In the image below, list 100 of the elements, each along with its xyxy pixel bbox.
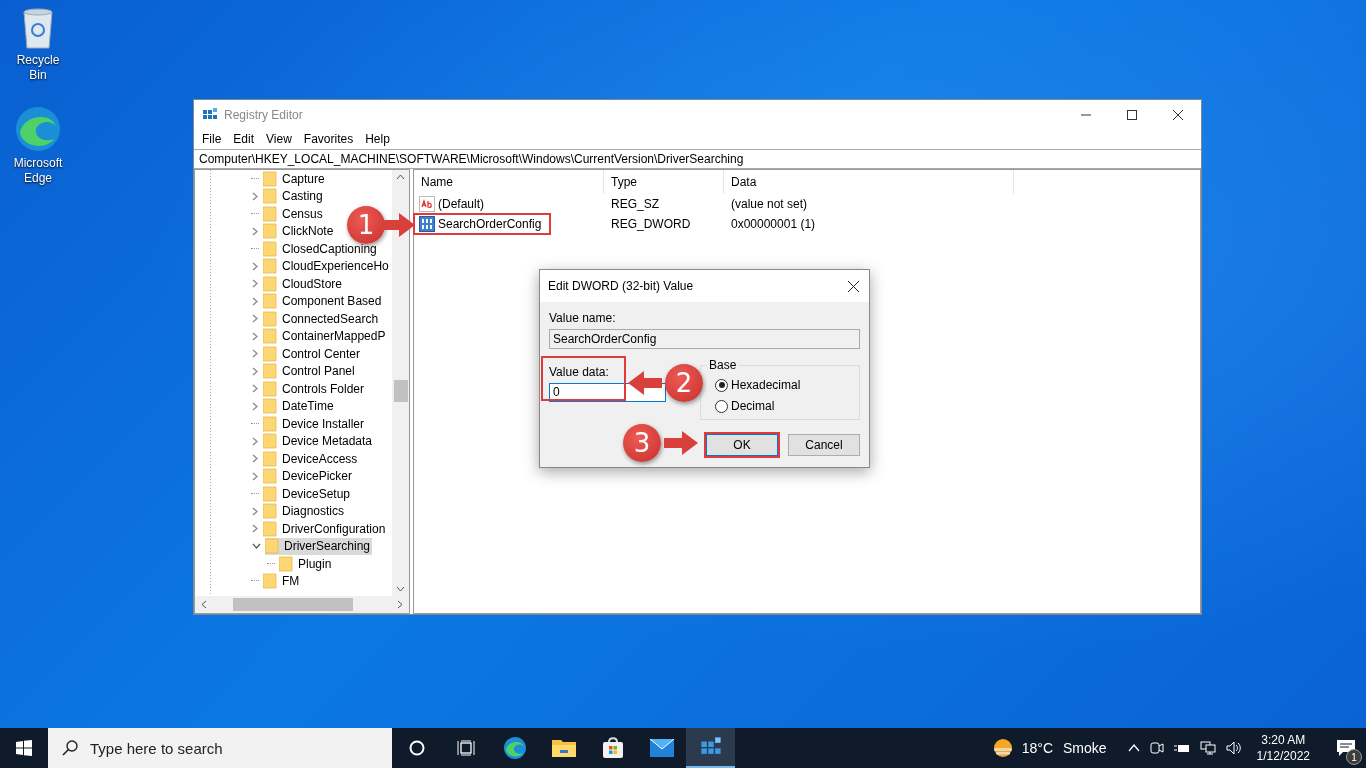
scroll-thumb[interactable] (393, 380, 408, 402)
column-header[interactable]: Name (414, 170, 604, 194)
folder-icon (263, 328, 277, 345)
tree-item[interactable]: Capture (263, 170, 327, 188)
expand-icon[interactable] (252, 366, 259, 376)
radio-button[interactable] (715, 378, 728, 392)
menu-item[interactable]: Favorites (297, 132, 360, 146)
expand-icon[interactable] (252, 314, 259, 324)
close-icon[interactable] (1173, 109, 1183, 120)
horizontal-scrollbar[interactable] (195, 596, 409, 613)
tree-item[interactable]: Census (263, 205, 325, 223)
tree-item[interactable]: DriverSearching (265, 537, 373, 555)
scroll-up-icon[interactable] (396, 174, 405, 180)
menu-item[interactable]: View (260, 132, 298, 146)
tree-item[interactable]: Casting (263, 187, 325, 205)
expand-icon[interactable] (252, 331, 259, 341)
tree-item[interactable]: Control Panel (263, 362, 357, 380)
desktop-icon-label[interactable]: Microsoft Edge (8, 156, 68, 186)
value-data-cell-text: (value not set) (730, 197, 809, 211)
tree-item[interactable]: CloudExperienceHo (263, 257, 391, 275)
network-icon[interactable] (1199, 741, 1216, 755)
column-header[interactable]: Type (604, 170, 724, 194)
menu-item[interactable]: Help (359, 132, 396, 146)
expand-icon[interactable] (252, 454, 259, 464)
value-name-field[interactable]: SearchOrderConfig (549, 329, 860, 349)
folder-icon (263, 345, 277, 362)
expand-icon[interactable] (252, 506, 259, 516)
circle-icon (408, 740, 425, 756)
tree-item[interactable]: FM (263, 572, 302, 590)
string-value-icon (419, 196, 435, 212)
clock-time[interactable]: 3:20 AM (1261, 732, 1306, 748)
folder-icon (263, 240, 277, 257)
collapse-icon[interactable] (252, 542, 261, 550)
folder-icon (263, 433, 277, 450)
expand-icon[interactable] (252, 524, 259, 534)
tree-item[interactable]: DateTime (263, 397, 336, 415)
scroll-thumb[interactable] (233, 598, 353, 611)
folder-icon (263, 415, 277, 432)
folder-icon (263, 293, 277, 310)
tree-item[interactable]: DriverConfiguration (263, 520, 388, 538)
expand-icon[interactable] (252, 436, 259, 446)
speaker-icon[interactable] (1225, 741, 1242, 755)
tree-item[interactable]: DeviceSetup (263, 485, 353, 503)
tree-item[interactable]: Control Center (263, 345, 363, 363)
expand-icon[interactable] (252, 296, 259, 306)
close-icon[interactable] (848, 280, 859, 292)
scroll-left-icon[interactable] (201, 600, 207, 609)
expand-icon[interactable] (252, 349, 259, 359)
value-type-cell-text: REG_DWORD (610, 217, 692, 231)
tree-item[interactable]: Controls Folder (263, 380, 367, 398)
address-bar[interactable]: Computer\HKEY_LOCAL_MACHINE\SOFTWARE\Microsoft\Windows\CurrentVersion\DriverSearching (194, 149, 1201, 169)
scroll-right-icon[interactable] (397, 600, 403, 609)
temperature-text[interactable]: 18°C (1021, 740, 1054, 756)
cancel-button[interactable]: Cancel (788, 434, 860, 456)
tree-item[interactable]: DeviceAccess (263, 450, 360, 468)
tree-item[interactable]: ContainerMappedP (263, 327, 388, 345)
folder-icon (263, 468, 277, 485)
battery-icon[interactable] (1173, 742, 1190, 754)
tree-item[interactable]: Diagnostics (263, 502, 347, 520)
camera-icon[interactable] (1149, 741, 1164, 755)
expand-icon[interactable] (252, 261, 259, 271)
clock-date[interactable]: 1/12/2022 (1256, 748, 1310, 764)
search-field[interactable]: Type here to search (48, 728, 392, 768)
caret-up-icon[interactable] (1127, 744, 1140, 752)
expand-icon[interactable] (252, 191, 259, 201)
expand-icon[interactable] (252, 471, 259, 481)
column-header[interactable]: Data (724, 170, 1014, 194)
search-icon (62, 740, 78, 756)
edge-icon[interactable] (14, 105, 62, 153)
weather-sun-icon[interactable] (991, 737, 1014, 759)
scroll-down-icon[interactable] (396, 586, 405, 592)
desktop-icon-label[interactable]: Recycle Bin (8, 53, 68, 83)
weather-text[interactable]: Smoke (1063, 740, 1107, 756)
value-name-cell[interactable]: SearchOrderConfig (414, 214, 550, 234)
tree-item[interactable]: CloudStore (263, 275, 345, 293)
mail-icon (649, 739, 674, 757)
edge-icon (502, 736, 527, 760)
ok-button[interactable]: OK (706, 434, 778, 456)
radio-option[interactable]: Decimal (715, 399, 859, 413)
radio-button[interactable] (715, 399, 728, 413)
tree-item[interactable]: ClickNote (263, 222, 336, 240)
radio-option[interactable]: Hexadecimal (715, 378, 859, 392)
menu-item[interactable]: Edit (227, 132, 261, 146)
tree-item[interactable]: Device Metadata (263, 432, 375, 450)
tree-item[interactable]: Component Based (263, 292, 384, 310)
folder-icon (263, 258, 277, 275)
tree-item[interactable]: ConnectedSearch (263, 310, 381, 328)
expand-icon[interactable] (252, 226, 259, 236)
expand-icon[interactable] (252, 401, 259, 411)
maximize-icon[interactable] (1127, 109, 1137, 120)
tree-item[interactable]: Device Installer (263, 415, 367, 433)
menu-item[interactable]: File (196, 132, 228, 146)
field-label: Value data: (549, 365, 610, 379)
recycle-bin-icon[interactable] (20, 6, 56, 50)
tree-item[interactable]: Plugin (279, 555, 334, 573)
value-name-cell[interactable]: (Default) (414, 194, 604, 214)
expand-icon[interactable] (252, 279, 259, 289)
expand-icon[interactable] (252, 384, 259, 394)
tree-item[interactable]: DevicePicker (263, 467, 355, 485)
vertical-scrollbar[interactable] (392, 170, 409, 596)
